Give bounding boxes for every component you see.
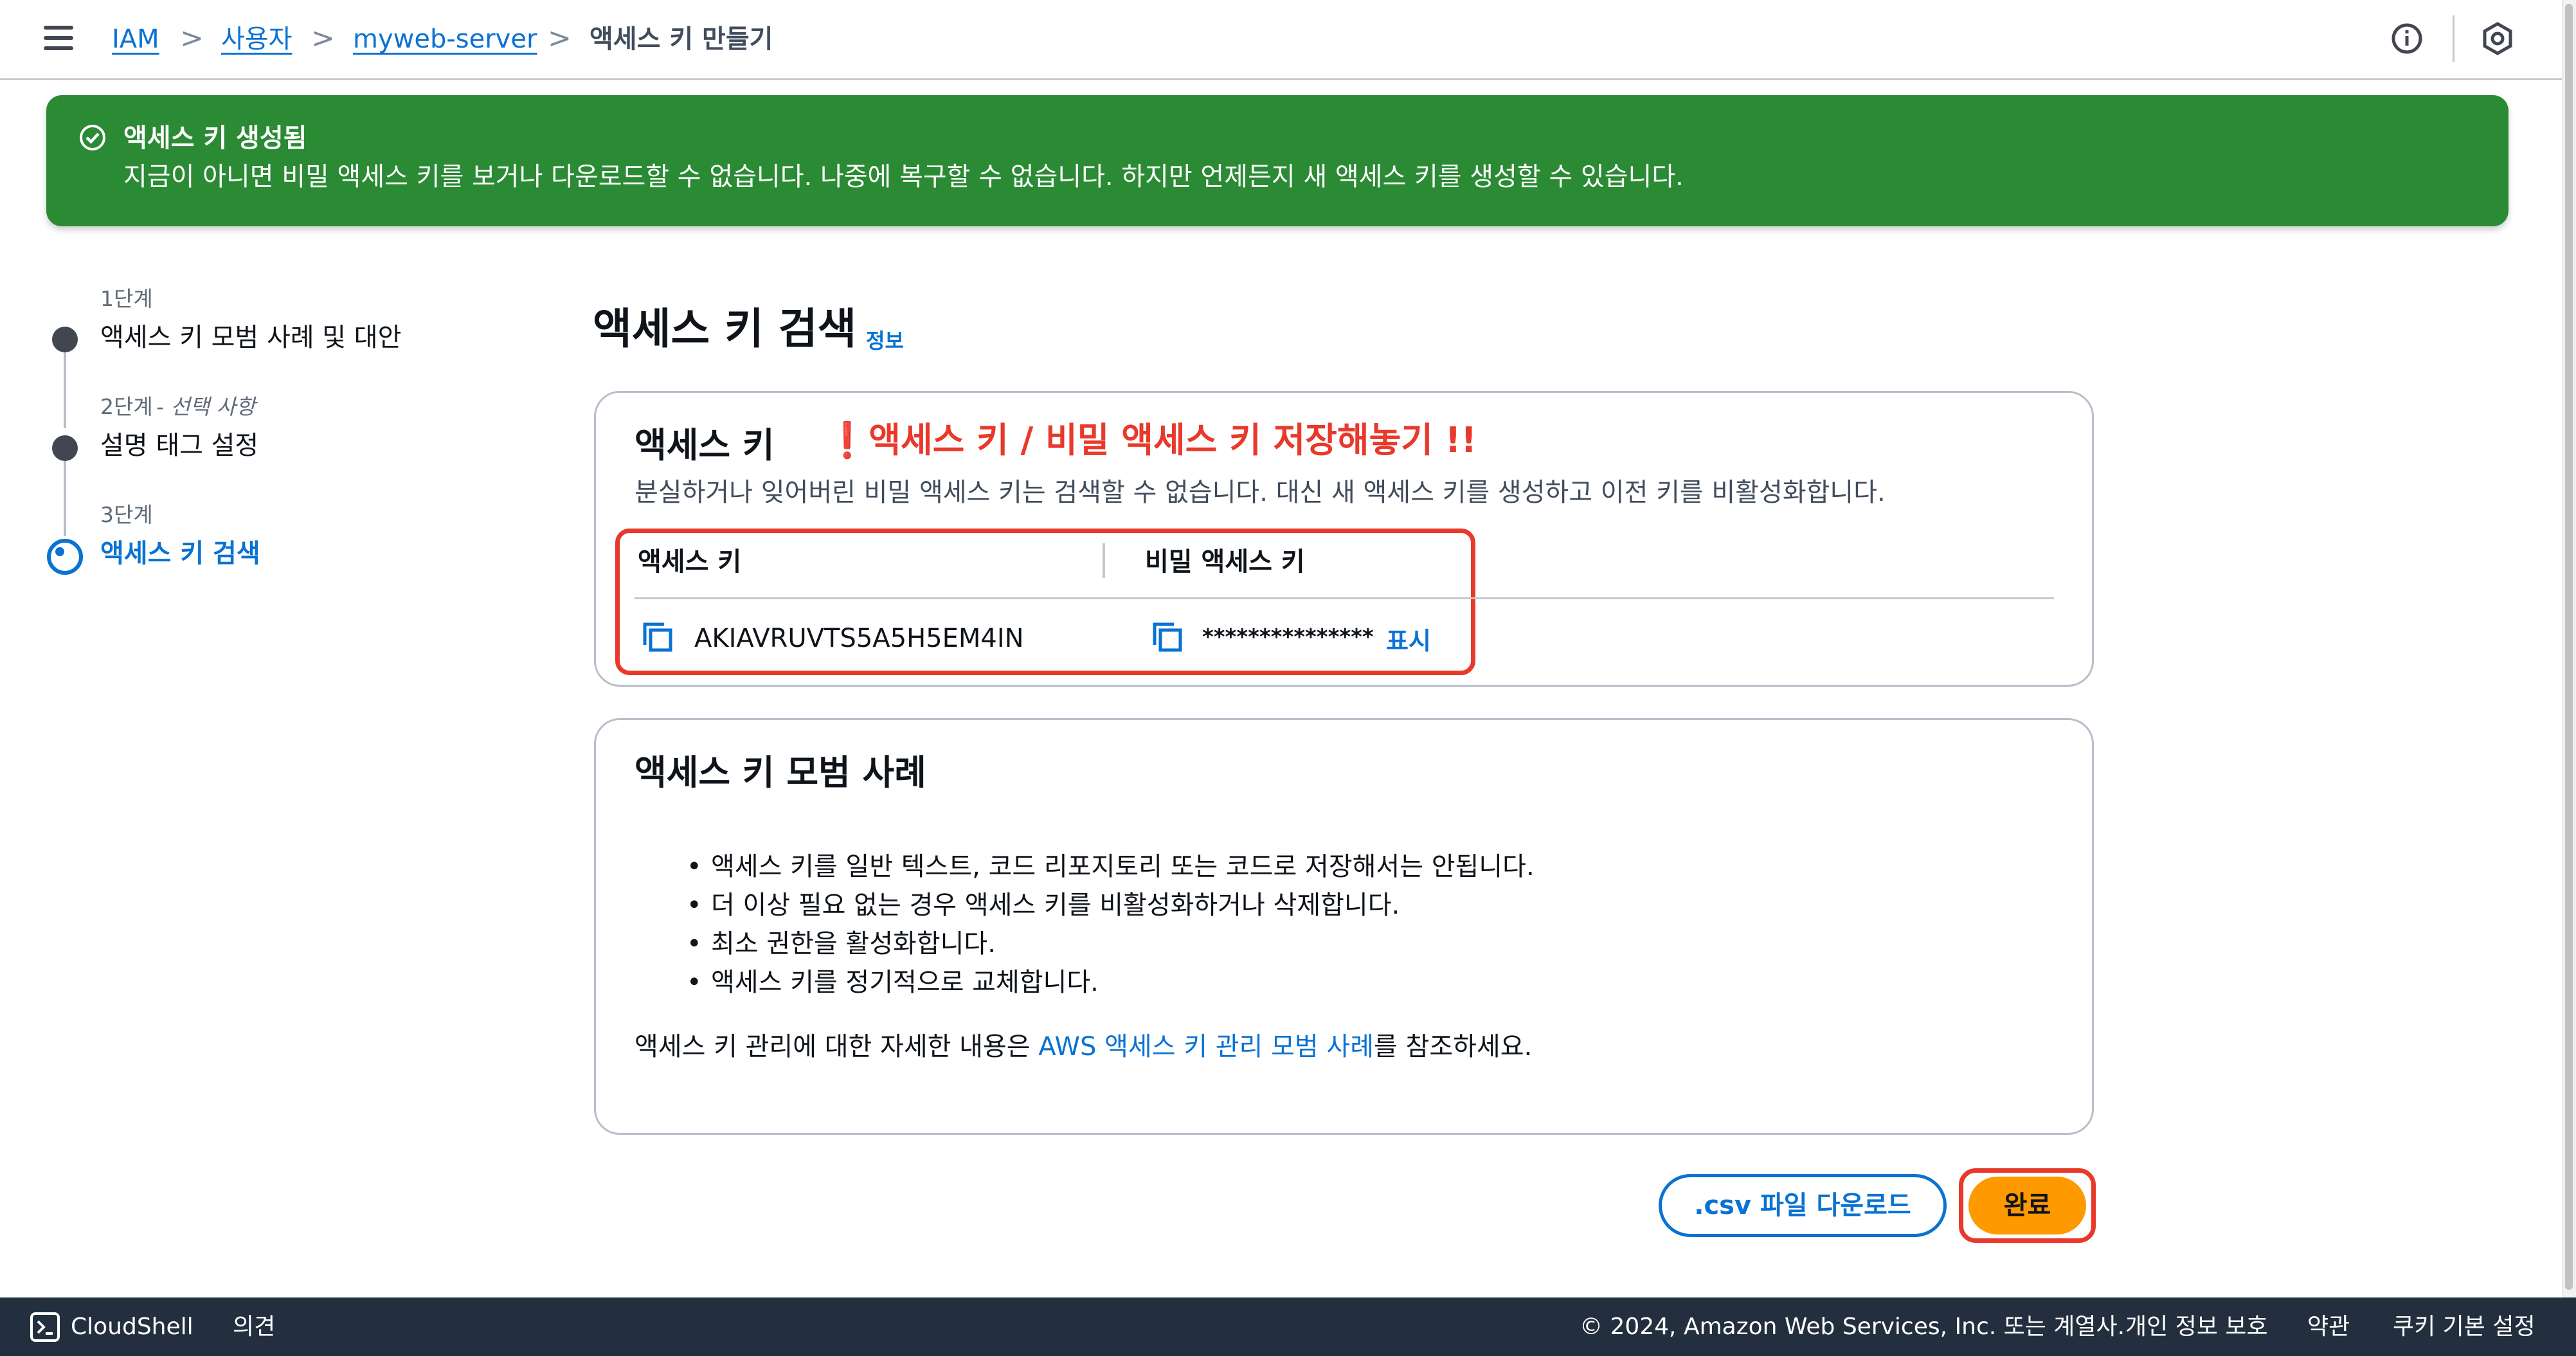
terminal-icon[interactable] (30, 1312, 60, 1342)
nav-divider (2453, 15, 2454, 62)
feedback-link[interactable]: 의견 (233, 1313, 275, 1341)
step-1-marker (52, 327, 78, 352)
breadcrumb-user-myweb-server[interactable]: myweb-server (353, 23, 537, 55)
best-practices-heading: 액세스 키 모범 사례 (635, 752, 926, 793)
reference-text: 액세스 키 관리에 대한 자세한 내용은 AWS 액세스 키 관리 모범 사례를… (635, 1031, 1532, 1063)
step-2-optional: - 선택 사항 (156, 394, 256, 419)
copy-access-key-icon[interactable] (641, 620, 674, 654)
reference-suffix: 를 참조하세요. (1374, 1032, 1533, 1062)
access-key-description: 분실하거나 잊어버린 비밀 액세스 키는 검색할 수 없습니다. 대신 새 액세… (635, 478, 1886, 507)
best-practice-item: 액세스 키를 일반 텍스트, 코드 리포지토리 또는 코드로 저장해서는 안됩니… (687, 847, 1535, 886)
copy-secret-key-icon[interactable] (1151, 620, 1184, 654)
best-practice-item: 액세스 키를 정기적으로 교체합니다. (687, 963, 1099, 1002)
flash-message: 지금이 아니면 비밀 액세스 키를 보거나 다운로드할 수 없습니다. 나중에 … (123, 162, 1684, 192)
info-icon[interactable] (2389, 21, 2425, 57)
download-csv-button[interactable]: .csv 파일 다운로드 (1659, 1174, 1947, 1237)
privacy-link[interactable]: 개인 정보 보호 (2125, 1313, 2268, 1341)
reference-prefix: 액세스 키 관리에 대한 자세한 내용은 (635, 1032, 1039, 1062)
step-3-title: 액세스 키 검색 (100, 539, 260, 568)
breadcrumb-separator: > (180, 22, 204, 55)
step-connector (64, 348, 66, 428)
notifications-icon[interactable] (2480, 21, 2516, 57)
cookie-preferences-link[interactable]: 쿠키 기본 설정 (2393, 1313, 2535, 1341)
show-secret-link[interactable]: 표시 (1386, 621, 1431, 656)
step-1-label: 1단계 (100, 286, 153, 311)
step-2-marker (52, 435, 78, 461)
step-2-title[interactable]: 설명 태그 설정 (100, 429, 258, 462)
access-key-column-header: 액세스 키 (638, 547, 742, 577)
breadcrumb-users[interactable]: 사용자 (221, 23, 292, 55)
step-1-title[interactable]: 액세스 키 모범 사례 및 대안 (100, 321, 401, 354)
access-key-heading: 액세스 키 (635, 425, 775, 466)
scrollbar-thumb[interactable] (2565, 4, 2573, 1290)
breadcrumb-separator: > (311, 22, 335, 55)
success-flash-banner: 액세스 키 생성됨 지금이 아니면 비밀 액세스 키를 보거나 다운로드할 수 … (46, 95, 2508, 226)
page-title: 액세스 키 검색 (593, 304, 857, 354)
menu-icon[interactable] (44, 26, 73, 50)
terms-link[interactable]: 약관 (2307, 1313, 2350, 1341)
secret-key-masked: *************** (1202, 624, 1374, 650)
best-practice-item: 더 이상 필요 없는 경우 액세스 키를 비활성화하거나 삭제합니다. (687, 886, 1400, 925)
breadcrumb-separator: > (548, 22, 572, 55)
success-check-icon (80, 125, 105, 150)
info-link[interactable]: 정보 (866, 325, 904, 354)
secret-key-column-header: 비밀 액세스 키 (1145, 547, 1305, 577)
copyright-text: © 2024, Amazon Web Services, Inc. 또는 계열사… (1580, 1314, 2125, 1340)
step-2-label: 2단계 (100, 394, 153, 419)
column-divider (1103, 543, 1105, 578)
step-3-label: 3단계 (100, 502, 153, 527)
step-3-marker (47, 539, 83, 575)
best-practice-item: 최소 권한을 활성화합니다. (687, 925, 996, 963)
footer: CloudShell 의견 © 2024, Amazon Web Service… (0, 1297, 2576, 1356)
access-key-value: AKIAVRUVTS5A5H5EM4IN (694, 624, 1024, 653)
breadcrumb-iam[interactable]: IAM (112, 23, 159, 55)
save-keys-annotation: ❗액세스 키 / 비밀 액세스 키 저장해놓기 !! (825, 420, 1477, 460)
table-header-divider (635, 597, 2054, 599)
cloudshell-link[interactable]: CloudShell (71, 1313, 194, 1341)
flash-title: 액세스 키 생성됨 (123, 123, 307, 153)
done-button[interactable]: 완료 (1968, 1177, 2086, 1234)
breadcrumb-current: 액세스 키 만들기 (590, 24, 773, 54)
best-practices-doc-link[interactable]: AWS 액세스 키 관리 모범 사례 (1038, 1032, 1374, 1062)
step-connector (64, 457, 66, 536)
